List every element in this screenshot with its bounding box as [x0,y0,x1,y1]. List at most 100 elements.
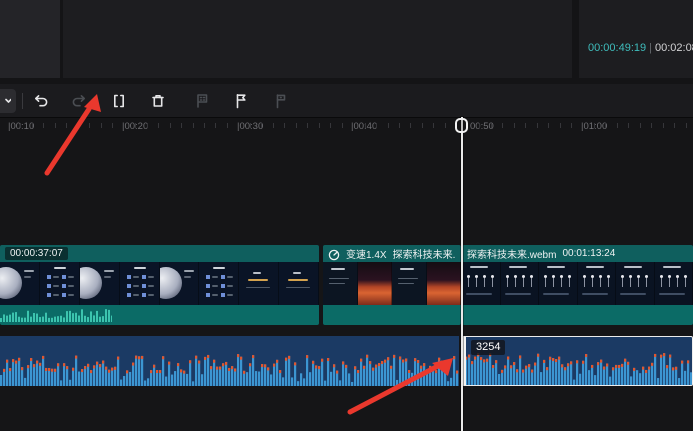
clip-name-label: 探索科技未来. [393,246,456,261]
audio-clip-1[interactable] [0,336,459,386]
video-clip-2a-audio-strip [323,305,461,325]
ruler-tick [628,123,629,128]
thumb-detail [53,276,59,278]
clip-thumbnail-moon [0,262,40,305]
thumb-detail [608,278,609,287]
thumb-detail [685,278,686,287]
video-clip-1-thumbnails [0,262,319,305]
thumb-detail [246,287,270,288]
thumb-detail [582,293,608,295]
timeline-toolbar [0,84,693,117]
left-panel-strip [0,0,60,78]
thumb-detail [68,276,74,278]
select-tool-button[interactable] [0,89,16,113]
timeline-ruler[interactable]: |00:10 |00:20 |00:30 |00:40 00:50 |01:00 [0,117,693,137]
ruler-tick [215,123,216,128]
thumb-detail [206,275,210,279]
thumb-detail [592,278,593,287]
thumb-detail [638,278,639,287]
thumb-detail [142,293,146,297]
redo-icon [70,91,90,111]
thumb-detail [468,278,469,287]
ruler-tick [445,123,446,128]
thumb-detail [329,278,349,279]
thumb-detail [227,294,233,296]
thumb-detail [476,278,477,287]
marker-button[interactable] [229,89,253,113]
ruler-tick [651,123,652,128]
thumb-detail [47,293,51,297]
ruler-tick [43,123,44,128]
thumb-detail [221,275,225,279]
clip-thumbnail-list [199,262,239,305]
thumb-detail [620,293,646,295]
ruler-tick [433,123,434,128]
ruler-tick [147,123,148,128]
thumb-detail [586,266,604,268]
ruler-tick [502,123,503,128]
ruler-tick [479,123,480,128]
ruler-tick [410,123,411,128]
thumb-detail [62,284,66,288]
clip-thumbnail-lamp [578,262,617,305]
ruler-tick [55,123,56,128]
thumb-detail [646,278,647,287]
ruler-tick [193,123,194,128]
clip-thumbnail-darktext [392,262,427,305]
thumb-detail [47,284,51,288]
ruler-tick [640,123,641,128]
clip-thumbnail-lamp [616,262,655,305]
thumb-detail [531,278,532,287]
thumb-detail [104,276,111,278]
thumb-detail [600,278,601,287]
ruler-tick [20,123,21,128]
delete-button[interactable] [146,89,170,113]
trash-icon [148,91,168,111]
thumb-detail [505,293,531,295]
beat-flag-icon [271,91,291,111]
thumb-detail [622,278,623,287]
audio-clip-2-selected[interactable]: 3254 [461,336,693,386]
clip-thumbnail-title [279,262,319,305]
ruler-tick [605,123,606,128]
ruler-tick [204,123,205,128]
thumb-detail [569,278,570,287]
thumb-detail [47,275,51,279]
thumb-detail [398,278,418,279]
split-button[interactable] [107,89,131,113]
thumb-detail [221,284,225,288]
playhead-line[interactable] [461,117,463,431]
thumb-detail [331,268,345,270]
clip-thumbnail-desert [358,262,393,305]
thumb-detail [127,275,131,279]
clip-thumbnail-moon [80,262,120,305]
thumb-detail [630,278,631,287]
thumb-detail [547,266,565,268]
video-clip-2b[interactable]: 探索科技未来.webm 00:01:13:24 [462,245,693,325]
thumb-detail [127,293,131,297]
playhead-handle[interactable] [455,118,468,133]
ruler-tick [548,123,549,128]
undo-button[interactable] [28,89,52,113]
thumb-detail [212,276,218,278]
ruler-tick [273,123,274,128]
thumb-detail [669,278,670,287]
ruler-tick [89,123,90,128]
redo-button [68,89,92,113]
ruler-tick [560,123,561,128]
clip-name-label: 探索科技未来.webm [467,246,556,261]
ruler-tick [112,123,113,128]
ruler-tick [170,123,171,128]
thumb-detail [248,279,268,281]
video-clip-2a[interactable]: 变速1.4X 探索科技未来. [323,245,461,325]
thumb-detail [515,278,516,287]
flag-icon [231,91,251,111]
ruler-tick [491,123,492,128]
ruler-tick [594,123,595,128]
ruler-tick [365,123,366,128]
speed-label: 变速1.4X [346,246,387,261]
thumb-detail [329,283,345,284]
thumb-detail [561,278,562,287]
clip-duration-label: 00:01:13:24 [562,248,615,259]
video-clip-1[interactable]: 00:00:37:07 [0,245,319,325]
